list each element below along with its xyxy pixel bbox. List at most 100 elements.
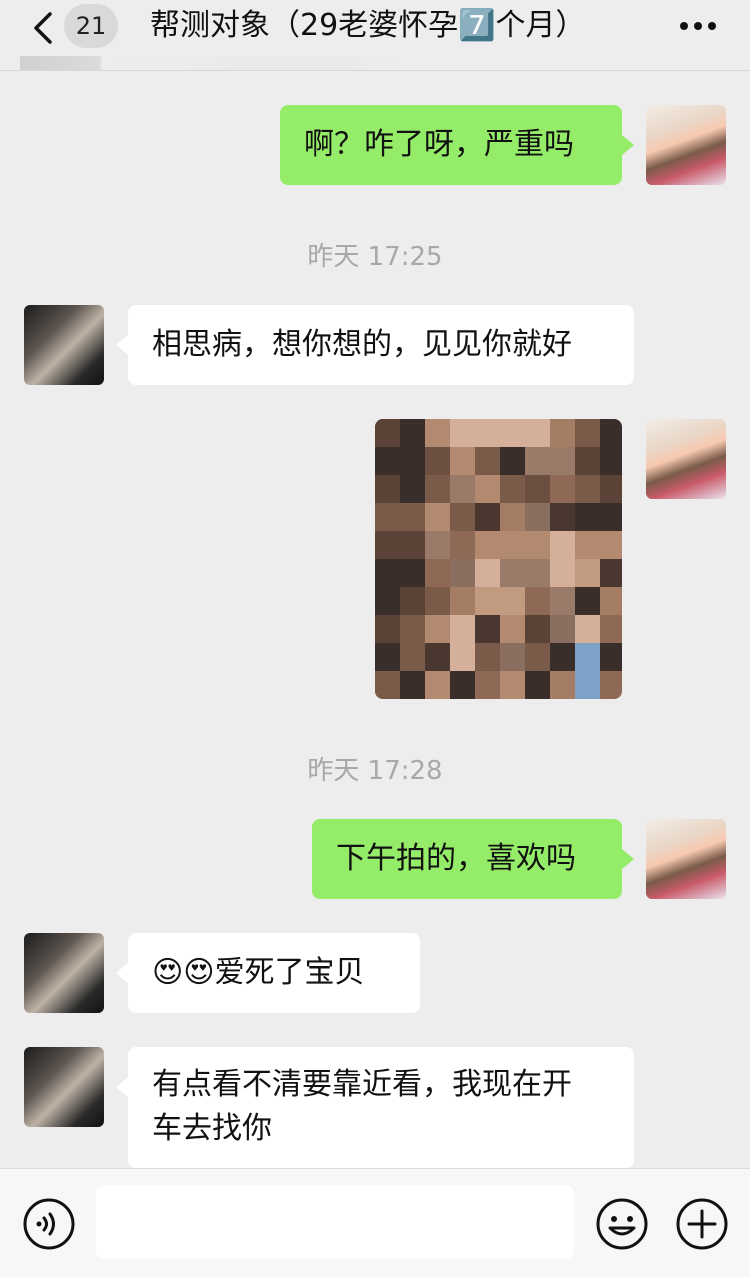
my-avatar[interactable] (646, 819, 726, 899)
mosaic-cell (575, 643, 600, 671)
mosaic-cell (450, 615, 475, 643)
message-text-line: 有点看不清要靠近看，我现在开 (152, 1067, 572, 1102)
mosaic-cell (475, 615, 500, 643)
voice-icon[interactable] (22, 1197, 76, 1251)
plus-icon[interactable] (675, 1197, 729, 1251)
contact-avatar[interactable] (24, 1047, 104, 1127)
mosaic-cell (400, 615, 425, 643)
previous-message-edge (20, 56, 400, 70)
mosaic-cell (375, 559, 400, 587)
mosaic-cell (550, 671, 575, 699)
chat-title: 帮测对象（29老婆怀孕7️⃣个月） (150, 8, 586, 43)
mosaic-cell (475, 503, 500, 531)
mosaic-cell (550, 419, 575, 447)
mosaic-cell (425, 671, 450, 699)
mosaic-cell (525, 615, 550, 643)
mosaic-cell (475, 643, 500, 671)
mosaic-cell (600, 587, 622, 615)
mosaic-cell (525, 559, 550, 587)
message-input[interactable] (96, 1185, 574, 1259)
my-avatar[interactable] (646, 105, 726, 185)
message-bubble-outgoing[interactable]: 啊？咋了呀，严重吗 (280, 105, 622, 185)
mosaic-cell (550, 531, 575, 559)
bubble-tail (622, 849, 634, 869)
mosaic-cell (600, 475, 622, 503)
mosaic-cell (500, 531, 525, 559)
mosaic-cell (500, 419, 525, 447)
mosaic-cell (400, 503, 425, 531)
mosaic-cell (450, 419, 475, 447)
mosaic-cell (550, 587, 575, 615)
mosaic-cell (450, 475, 475, 503)
message-text: 啊？咋了呀，严重吗 (304, 127, 574, 162)
mosaic-cell (375, 503, 400, 531)
mosaic-cell (400, 531, 425, 559)
emoji-text: 😍😍 (152, 955, 215, 990)
mosaic-cell (550, 643, 575, 671)
mosaic-cell (550, 475, 575, 503)
mosaic-cell (525, 671, 550, 699)
more-dots-icon[interactable] (676, 14, 720, 38)
mosaic-cell (575, 503, 600, 531)
smiley-icon[interactable] (595, 1197, 649, 1251)
message-bubble-incoming[interactable]: 😍😍爱死了宝贝 (128, 933, 420, 1013)
mosaic-cell (575, 671, 600, 699)
mosaic-cell (400, 559, 425, 587)
mosaic-cell (375, 475, 400, 503)
input-bar (0, 1168, 750, 1277)
mosaic-cell (375, 531, 400, 559)
mosaic-cell (575, 419, 600, 447)
mosaic-cell (400, 475, 425, 503)
mosaic-cell (600, 559, 622, 587)
mosaic-cell (450, 587, 475, 615)
image-message[interactable] (375, 419, 622, 699)
mosaic-cell (600, 643, 622, 671)
message-bubble-incoming[interactable]: 有点看不清要靠近看，我现在开 车去找你 (128, 1047, 634, 1168)
mosaic-cell (600, 671, 622, 699)
mosaic-cell (550, 503, 575, 531)
mosaic-cell (500, 643, 525, 671)
mosaic-cell (525, 447, 550, 475)
mosaic-cell (525, 531, 550, 559)
mosaic-cell (475, 447, 500, 475)
mosaic-cell (475, 671, 500, 699)
mosaic-cell (500, 503, 525, 531)
mosaic-cell (575, 559, 600, 587)
my-avatar[interactable] (646, 419, 726, 499)
mosaic-cell (600, 419, 622, 447)
mosaic-cell (525, 419, 550, 447)
mosaic-cell (500, 475, 525, 503)
mosaic-cell (575, 475, 600, 503)
mosaic-cell (475, 531, 500, 559)
mosaic-cell (425, 559, 450, 587)
mosaic-cell (375, 447, 400, 475)
mosaic-cell (500, 615, 525, 643)
unread-count-badge[interactable]: 21 (64, 4, 118, 48)
mosaic-cell (500, 587, 525, 615)
contact-avatar[interactable] (24, 305, 104, 385)
mosaic-cell (575, 587, 600, 615)
mosaic-cell (400, 671, 425, 699)
message-bubble-outgoing[interactable]: 下午拍的，喜欢吗 (312, 819, 622, 899)
chevron-left-icon[interactable] (28, 8, 58, 48)
message-bubble-incoming[interactable]: 相思病，想你想的，见见你就好 (128, 305, 634, 385)
mosaic-cell (600, 531, 622, 559)
mosaic-cell (425, 503, 450, 531)
mosaic-cell (425, 643, 450, 671)
mosaic-cell (525, 643, 550, 671)
contact-avatar[interactable] (24, 933, 104, 1013)
mosaic-cell (425, 615, 450, 643)
mosaic-cell (575, 447, 600, 475)
timestamp: 昨天 17:28 (307, 756, 443, 786)
mosaic-cell (450, 559, 475, 587)
mosaic-cell (600, 615, 622, 643)
mosaic-cell (425, 447, 450, 475)
mosaic-cell (400, 587, 425, 615)
mosaic-cell (450, 643, 475, 671)
mosaic-cell (375, 615, 400, 643)
mosaic-cell (500, 447, 525, 475)
mosaic-cell (400, 447, 425, 475)
mosaic-cell (425, 587, 450, 615)
bubble-tail (116, 335, 128, 355)
mosaic-cell (550, 615, 575, 643)
